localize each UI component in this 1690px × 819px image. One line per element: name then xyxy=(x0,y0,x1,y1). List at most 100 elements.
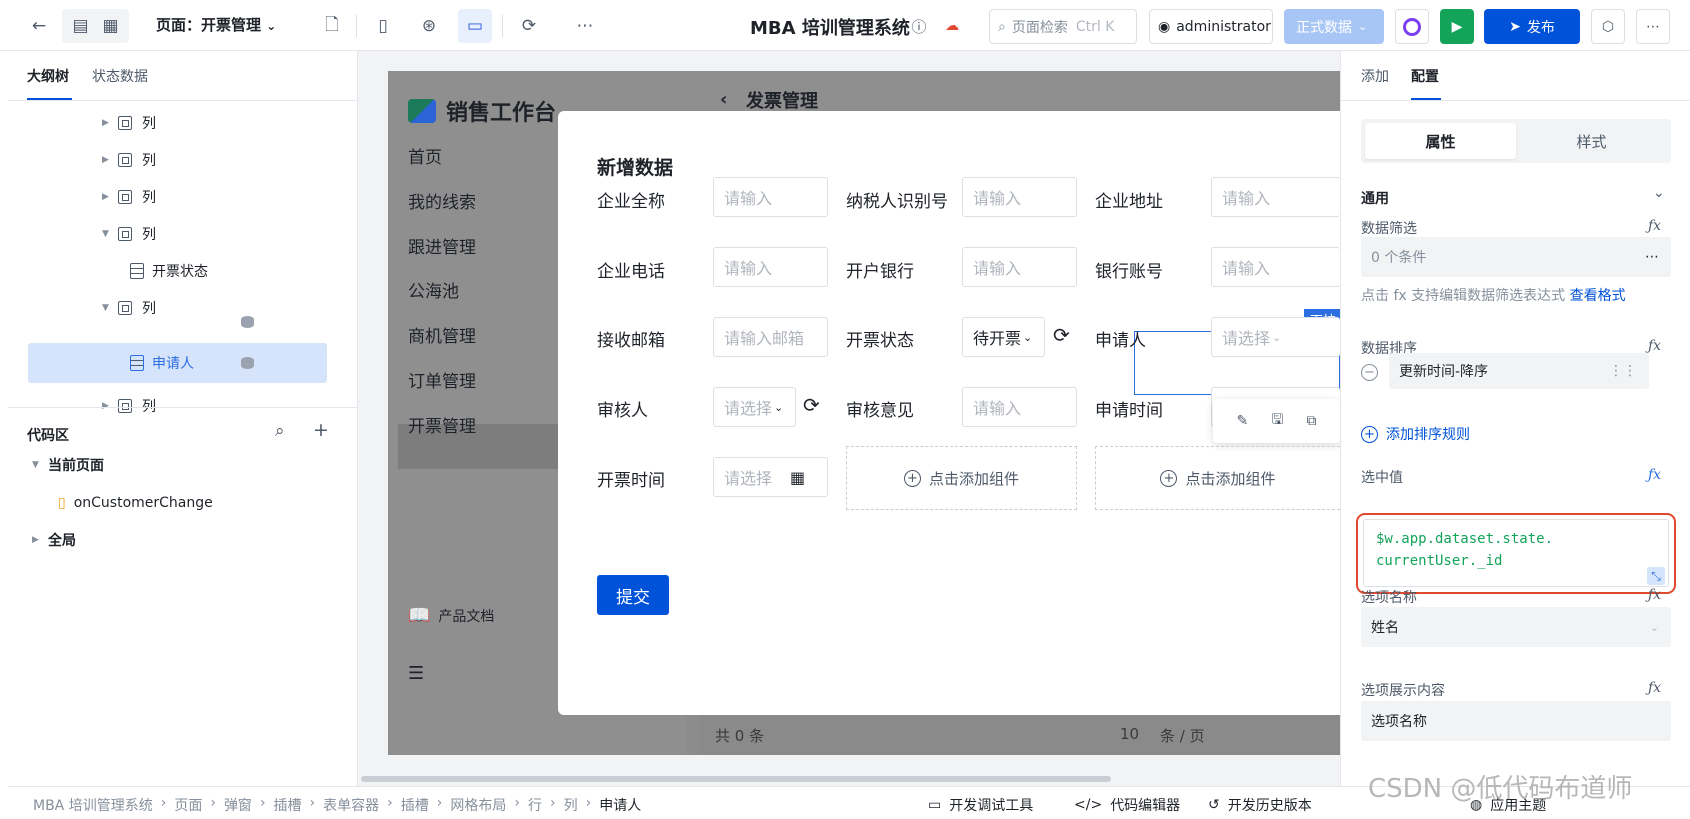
nav-item-opportunity[interactable]: 商机管理 xyxy=(408,322,476,347)
caret-down-icon[interactable]: ▼ xyxy=(102,303,112,313)
bank-account-input[interactable]: 请输入 xyxy=(1211,247,1340,287)
back-arrow-icon[interactable]: ← xyxy=(22,9,56,43)
nav-item-home[interactable]: 首页 xyxy=(408,143,442,168)
tree-node-column[interactable]: ▼ 列 xyxy=(102,216,156,252)
applicant-select[interactable]: 请选择 ⌄ xyxy=(1211,317,1340,357)
nav-item-followup[interactable]: 跟进管理 xyxy=(408,233,476,258)
page-outline-icon[interactable]: ▤ xyxy=(72,16,88,36)
cloud-sync-icon[interactable]: ☁ xyxy=(940,9,964,43)
horizontal-scrollbar[interactable] xyxy=(361,776,1111,782)
tree-node-applicant[interactable]: 申请人 xyxy=(130,345,194,381)
breadcrumb-item[interactable]: 页面 xyxy=(174,795,202,815)
page-search-input[interactable]: ⌕ 页面检索 Ctrl K xyxy=(989,9,1137,44)
fx-icon[interactable]: ƒx xyxy=(1648,218,1661,234)
ai-assistant-icon[interactable] xyxy=(1395,9,1429,44)
save-icon[interactable]: 🖫 xyxy=(1271,409,1283,433)
preview-run-button[interactable]: ▶ xyxy=(1440,9,1474,44)
nav-item-orders[interactable]: 订单管理 xyxy=(408,367,476,392)
page-size-select[interactable]: 10 xyxy=(1120,725,1139,743)
product-docs-link[interactable]: 📖 产品文档 xyxy=(408,605,494,626)
miniprogram-icon[interactable]: ⊛ xyxy=(412,9,446,43)
code-editor-tool[interactable]: </> 代码编辑器 xyxy=(1074,795,1180,815)
tab-config[interactable]: 配置 xyxy=(1411,66,1439,86)
nav-item-pool[interactable]: 公海池 xyxy=(408,277,459,302)
code-node-global[interactable]: ▶ 全局 xyxy=(32,522,76,558)
page-selector[interactable]: 页面：开票管理 ⌄ xyxy=(156,14,276,35)
segment-properties[interactable]: 属性 xyxy=(1365,123,1516,159)
tree-node-column[interactable]: ▶ 列 xyxy=(102,105,156,141)
more-icon[interactable]: ⋯ xyxy=(1645,249,1659,265)
invoice-status-select[interactable]: 待开票 ⌄ xyxy=(962,317,1045,357)
code-node-current-page[interactable]: ▼ 当前页面 xyxy=(32,447,104,483)
add-sort-rule[interactable]: + 添加排序规则 xyxy=(1361,424,1470,444)
tree-node-column[interactable]: ▼ 列 xyxy=(102,290,156,326)
breadcrumb-item[interactable]: 网格布局 xyxy=(450,795,506,815)
view-format-link[interactable]: 查看格式 xyxy=(1570,288,1626,304)
back-chevron-icon[interactable]: ‹ xyxy=(720,89,727,110)
breadcrumb-item[interactable]: 弹窗 xyxy=(224,795,252,815)
fx-icon[interactable]: ƒx xyxy=(1648,467,1661,483)
breadcrumb-item[interactable]: 插槽 xyxy=(274,795,302,815)
review-comment-input[interactable]: 请输入 xyxy=(962,387,1077,427)
section-general[interactable]: 通用 xyxy=(1361,188,1389,208)
remove-sort-icon[interactable]: − xyxy=(1361,364,1378,381)
reviewer-select[interactable]: 请选择 ⌄ xyxy=(713,387,796,427)
drag-handle-icon[interactable]: ⋮⋮ xyxy=(1609,363,1637,379)
tree-node-invoice-status[interactable]: 开票状态 xyxy=(130,253,208,289)
more-menu-icon[interactable]: ⋯ xyxy=(1636,9,1670,44)
nav-item-leads[interactable]: 我的线索 xyxy=(408,188,476,213)
caret-down-icon[interactable]: ▼ xyxy=(102,229,112,239)
caret-right-icon[interactable]: ▶ xyxy=(102,401,112,411)
desktop-view-icon[interactable]: ▭ xyxy=(458,9,492,43)
bank-input[interactable]: 请输入 xyxy=(962,247,1077,287)
breadcrumb-item[interactable]: 插槽 xyxy=(401,795,429,815)
option-display-select[interactable]: 选项名称 xyxy=(1361,701,1671,741)
refresh-icon[interactable]: ⟳ xyxy=(1053,323,1070,347)
breadcrumb-item[interactable]: 列 xyxy=(564,795,578,815)
tab-add[interactable]: 添加 xyxy=(1361,66,1389,86)
menu-collapse-icon[interactable]: ☰ xyxy=(408,663,424,684)
add-icon[interactable]: + xyxy=(313,419,329,441)
company-name-input[interactable]: 请输入 xyxy=(713,177,828,217)
option-name-select[interactable]: 姓名 ⌄ xyxy=(1361,607,1671,647)
breadcrumb-item[interactable]: 行 xyxy=(528,795,542,815)
edit-icon[interactable]: ✎ xyxy=(1237,413,1249,429)
email-input[interactable]: 请输入邮箱 xyxy=(713,317,828,357)
submit-button[interactable]: 提交 xyxy=(597,575,669,615)
chevron-down-icon[interactable]: ⌄ xyxy=(1653,185,1665,201)
fx-icon[interactable]: ƒx xyxy=(1648,338,1661,354)
info-icon[interactable]: ⓘ xyxy=(908,9,930,43)
caret-right-icon[interactable]: ▶ xyxy=(102,155,112,165)
refresh-icon[interactable]: ⟳ xyxy=(512,9,546,43)
tab-state-data[interactable]: 状态数据 xyxy=(92,66,148,86)
breadcrumb-current[interactable]: 申请人 xyxy=(599,795,641,815)
search-icon[interactable]: ⌕ xyxy=(275,421,285,441)
settings-hex-icon[interactable]: ⬡ xyxy=(1591,9,1625,44)
fx-icon[interactable]: ƒx xyxy=(1648,587,1661,603)
history-tool[interactable]: ↺ 开发历史版本 xyxy=(1208,795,1312,815)
add-component-slot[interactable]: + 点击添加组件 xyxy=(846,446,1077,510)
caret-down-icon[interactable]: ▼ xyxy=(32,460,42,470)
sort-rule-field[interactable]: 更新时间-降序 ⋮⋮ xyxy=(1389,353,1649,389)
caret-right-icon[interactable]: ▶ xyxy=(102,118,112,128)
publish-button[interactable]: ➤ 发布 xyxy=(1484,9,1580,44)
new-page-icon[interactable]: 🗋 xyxy=(315,9,349,43)
tree-node-column[interactable]: ▶ 列 xyxy=(102,179,156,215)
refresh-icon[interactable]: ⟳ xyxy=(803,393,820,417)
company-phone-input[interactable]: 请输入 xyxy=(713,247,828,287)
copy-icon[interactable]: ⧉ xyxy=(1306,413,1316,429)
caret-right-icon[interactable]: ▶ xyxy=(32,535,42,545)
expand-editor-icon[interactable]: ⤡ xyxy=(1647,567,1665,585)
caret-right-icon[interactable]: ▶ xyxy=(102,192,112,202)
code-file-onCustomerChange[interactable]: ▯ onCustomerChange xyxy=(58,485,213,521)
tab-outline[interactable]: 大纲树 xyxy=(27,66,69,86)
taxpayer-id-input[interactable]: 请输入 xyxy=(962,177,1077,217)
user-menu[interactable]: ◉ administrator xyxy=(1149,9,1273,44)
breadcrumb-item[interactable]: 表单容器 xyxy=(323,795,379,815)
fx-icon[interactable]: ƒx xyxy=(1648,680,1661,696)
dev-debug-tool[interactable]: ▭ 开发调试工具 xyxy=(928,795,1033,815)
mobile-view-icon[interactable]: ▯ xyxy=(366,9,400,43)
add-component-slot[interactable]: + 点击添加组件 xyxy=(1095,446,1340,510)
invoice-time-picker[interactable]: 请选择 ▦ xyxy=(713,457,828,497)
more-icon[interactable]: ⋯ xyxy=(568,9,602,43)
